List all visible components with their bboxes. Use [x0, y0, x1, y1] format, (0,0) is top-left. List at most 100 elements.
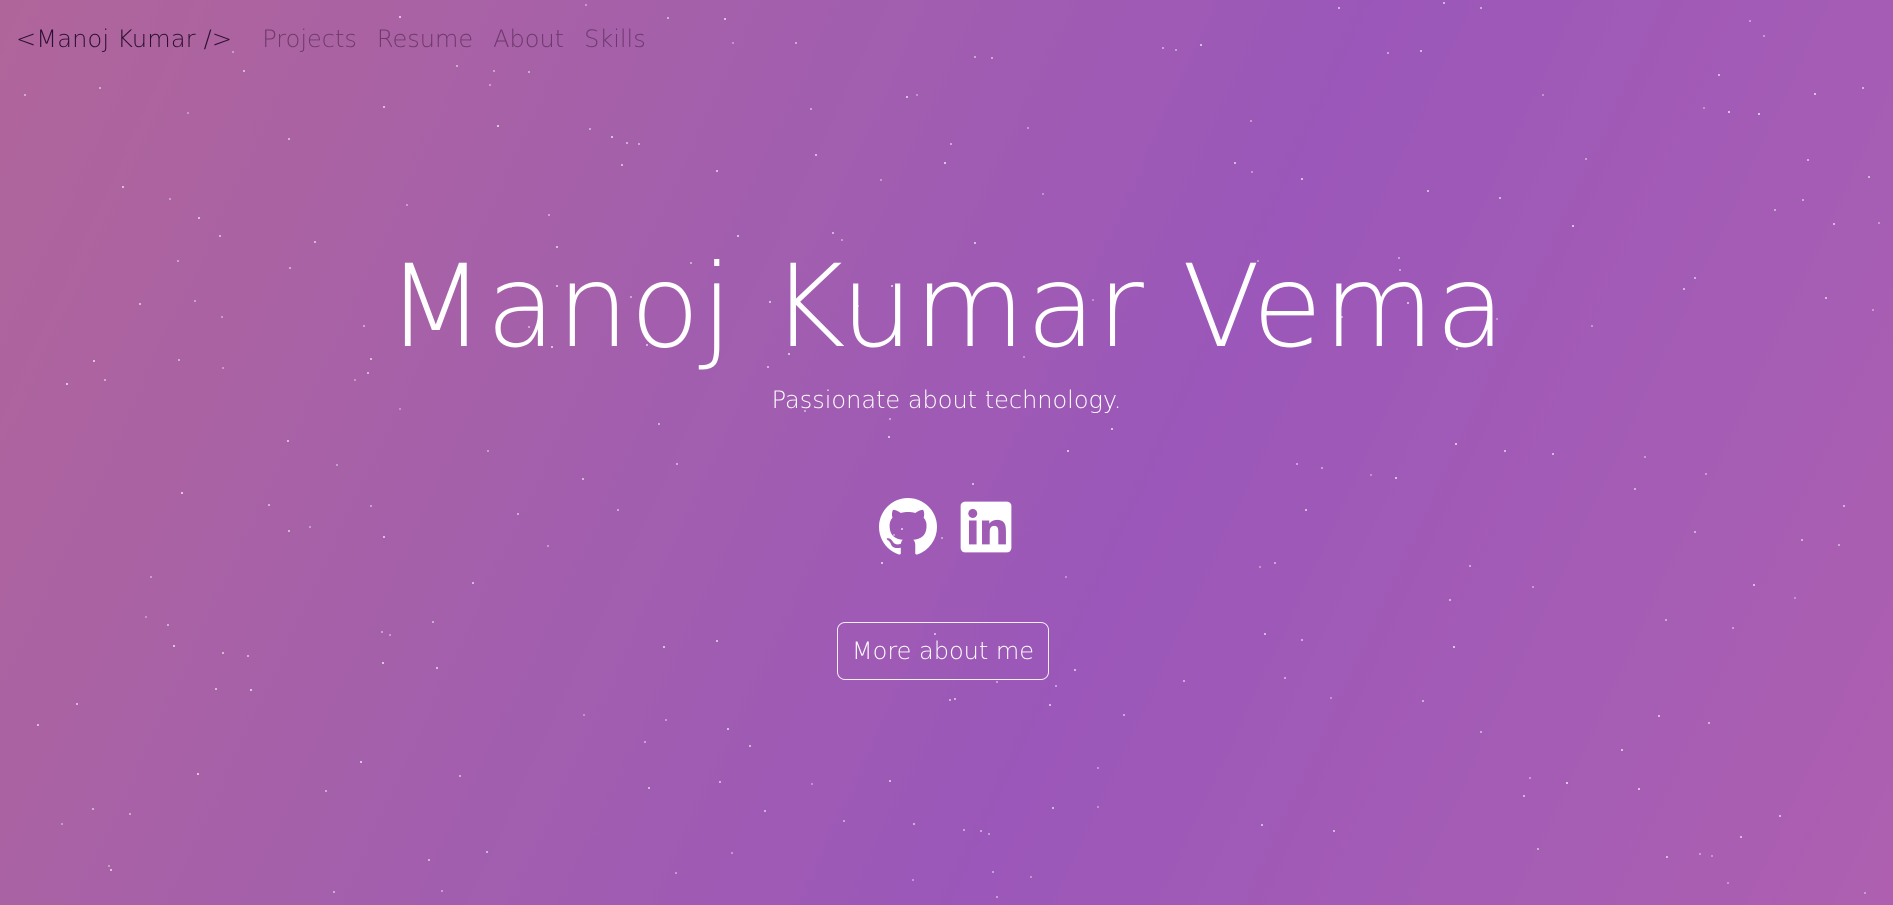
star-dot — [583, 714, 585, 716]
star-dot — [1370, 474, 1372, 476]
star-dot — [187, 112, 189, 114]
more-about-me-button[interactable]: More about me — [837, 622, 1049, 680]
brand-logo-link[interactable]: <Manoj Kumar /> — [16, 25, 232, 53]
star-dot — [1052, 807, 1054, 809]
star-dot — [110, 869, 112, 871]
star-dot — [611, 136, 613, 138]
star-dot — [489, 84, 491, 86]
star-dot — [145, 616, 147, 618]
star-dot — [382, 662, 384, 664]
star-dot — [1074, 669, 1076, 671]
star-dot — [1763, 35, 1765, 37]
star-dot — [949, 699, 951, 701]
star-dot — [1728, 111, 1730, 113]
star-dot — [950, 143, 952, 145]
star-dot — [1296, 463, 1298, 465]
top-navbar: <Manoj Kumar /> Projects Resume About Sk… — [16, 22, 666, 56]
star-dot — [1529, 777, 1531, 779]
star-dot — [881, 562, 883, 564]
star-dot — [487, 450, 489, 452]
star-dot — [1523, 795, 1525, 797]
star-dot — [1703, 107, 1705, 109]
nav-link-skills[interactable]: Skills — [584, 25, 646, 53]
star-dot — [288, 138, 290, 140]
star-dot — [1200, 44, 1202, 46]
star-dot — [1123, 714, 1125, 716]
star-dot — [548, 214, 550, 216]
star-dot — [1330, 697, 1332, 699]
star-dot — [1868, 176, 1870, 178]
github-link[interactable] — [878, 498, 937, 556]
star-dot — [247, 655, 249, 657]
star-dot — [1644, 456, 1646, 458]
star-dot — [1802, 199, 1804, 201]
star-dot — [1552, 453, 1554, 455]
starfield-background — [0, 0, 1893, 905]
star-dot — [1749, 20, 1751, 22]
nav-link-about[interactable]: About — [493, 25, 564, 53]
star-dot — [719, 781, 721, 783]
star-dot — [1449, 599, 1451, 601]
star-dot — [436, 667, 438, 669]
star-dot — [99, 87, 101, 89]
star-dot — [667, 17, 669, 19]
star-dot — [954, 698, 956, 700]
star-dot — [944, 162, 946, 164]
star-dot — [810, 108, 812, 110]
star-dot — [1732, 627, 1734, 629]
star-dot — [1542, 94, 1544, 96]
star-dot — [1699, 853, 1701, 855]
star-dot — [406, 204, 408, 206]
star-dot — [731, 852, 733, 854]
star-dot — [1321, 467, 1323, 469]
star-dot — [737, 235, 739, 237]
star-dot — [1427, 190, 1429, 192]
star-dot — [991, 57, 993, 59]
star-dot — [626, 142, 628, 144]
star-dot — [585, 4, 587, 6]
star-dot — [150, 576, 152, 578]
star-dot — [173, 645, 175, 647]
nav-link-projects[interactable]: Projects — [262, 25, 357, 53]
star-dot — [1833, 223, 1835, 225]
star-dot — [1301, 178, 1303, 180]
star-dot — [1666, 856, 1668, 858]
star-dot — [399, 16, 401, 18]
star-dot — [716, 170, 718, 172]
star-dot — [243, 70, 245, 72]
star-dot — [1259, 566, 1261, 568]
linkedin-icon — [960, 501, 1011, 553]
star-dot — [815, 154, 817, 156]
star-dot — [589, 128, 591, 130]
star-dot — [441, 890, 443, 892]
star-dot — [1055, 685, 1057, 687]
star-dot — [333, 891, 335, 893]
star-dot — [104, 379, 106, 381]
star-dot — [658, 423, 660, 425]
star-dot — [354, 379, 356, 381]
star-dot — [493, 70, 495, 72]
linkedin-link[interactable] — [957, 498, 1015, 556]
star-dot — [198, 217, 200, 219]
star-dot — [222, 652, 224, 654]
star-dot — [1537, 848, 1539, 850]
star-dot — [832, 232, 834, 234]
star-dot — [811, 783, 813, 785]
star-dot — [1234, 162, 1236, 164]
star-dot — [197, 773, 199, 775]
star-dot — [1261, 824, 1263, 826]
star-dot — [974, 56, 976, 58]
star-dot — [108, 865, 110, 867]
nav-link-resume[interactable]: Resume — [377, 25, 473, 53]
star-dot — [66, 383, 68, 385]
star-dot — [749, 745, 751, 747]
star-dot — [676, 463, 678, 465]
star-dot — [906, 96, 908, 98]
github-icon — [878, 498, 937, 555]
star-dot — [1864, 892, 1866, 894]
star-dot — [122, 186, 124, 188]
star-dot — [724, 18, 726, 20]
star-dot — [1175, 49, 1177, 51]
star-dot — [219, 235, 221, 237]
star-dot — [1067, 450, 1069, 452]
